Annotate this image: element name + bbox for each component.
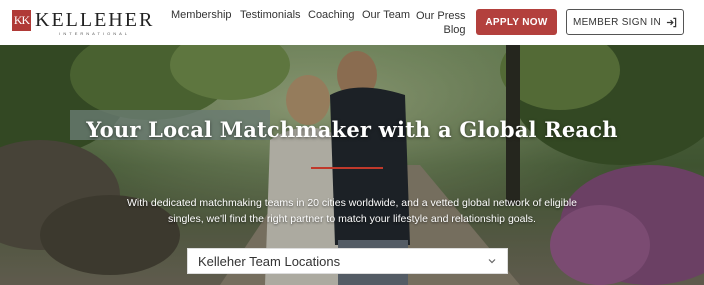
- member-sign-in-label: MEMBER SIGN IN: [572, 16, 662, 28]
- logo-text: KELLEHER INTERNATIONAL: [35, 10, 154, 36]
- member-sign-in-button[interactable]: MEMBER SIGN IN: [566, 9, 684, 35]
- hero-divider: [311, 167, 383, 169]
- logo-mark: KK: [12, 10, 31, 31]
- logo-subtitle: INTERNATIONAL: [59, 31, 131, 36]
- team-locations-value: Kelleher Team Locations: [198, 253, 341, 269]
- sign-in-icon: [666, 17, 677, 27]
- nav-coaching[interactable]: Coaching: [308, 9, 354, 21]
- team-locations-select[interactable]: Kelleher Team Locations: [187, 248, 508, 274]
- logo-name: KELLEHER: [35, 9, 155, 31]
- chevron-down-icon: [488, 259, 496, 264]
- apply-now-button[interactable]: APPLY NOW: [476, 9, 557, 35]
- nav-testimonials[interactable]: Testimonials: [240, 9, 301, 21]
- nav-blog-label: Blog: [443, 24, 466, 36]
- hero-section: Your Local Matchmaker with a Global Reac…: [0, 45, 704, 285]
- hero-title: Your Local Matchmaker with a Global Reac…: [86, 117, 618, 142]
- nav-press-blog[interactable]: Our Press Blog: [416, 9, 466, 37]
- hero-description: With dedicated matchmaking teams in 20 c…: [127, 197, 577, 225]
- nav-press-label: Our Press: [416, 10, 466, 22]
- nav-our-team[interactable]: Our Team: [362, 9, 410, 21]
- logo[interactable]: KK KELLEHER INTERNATIONAL: [12, 10, 154, 36]
- site-header: KK KELLEHER INTERNATIONAL Membership Tes…: [0, 0, 704, 45]
- nav-membership[interactable]: Membership: [171, 9, 232, 21]
